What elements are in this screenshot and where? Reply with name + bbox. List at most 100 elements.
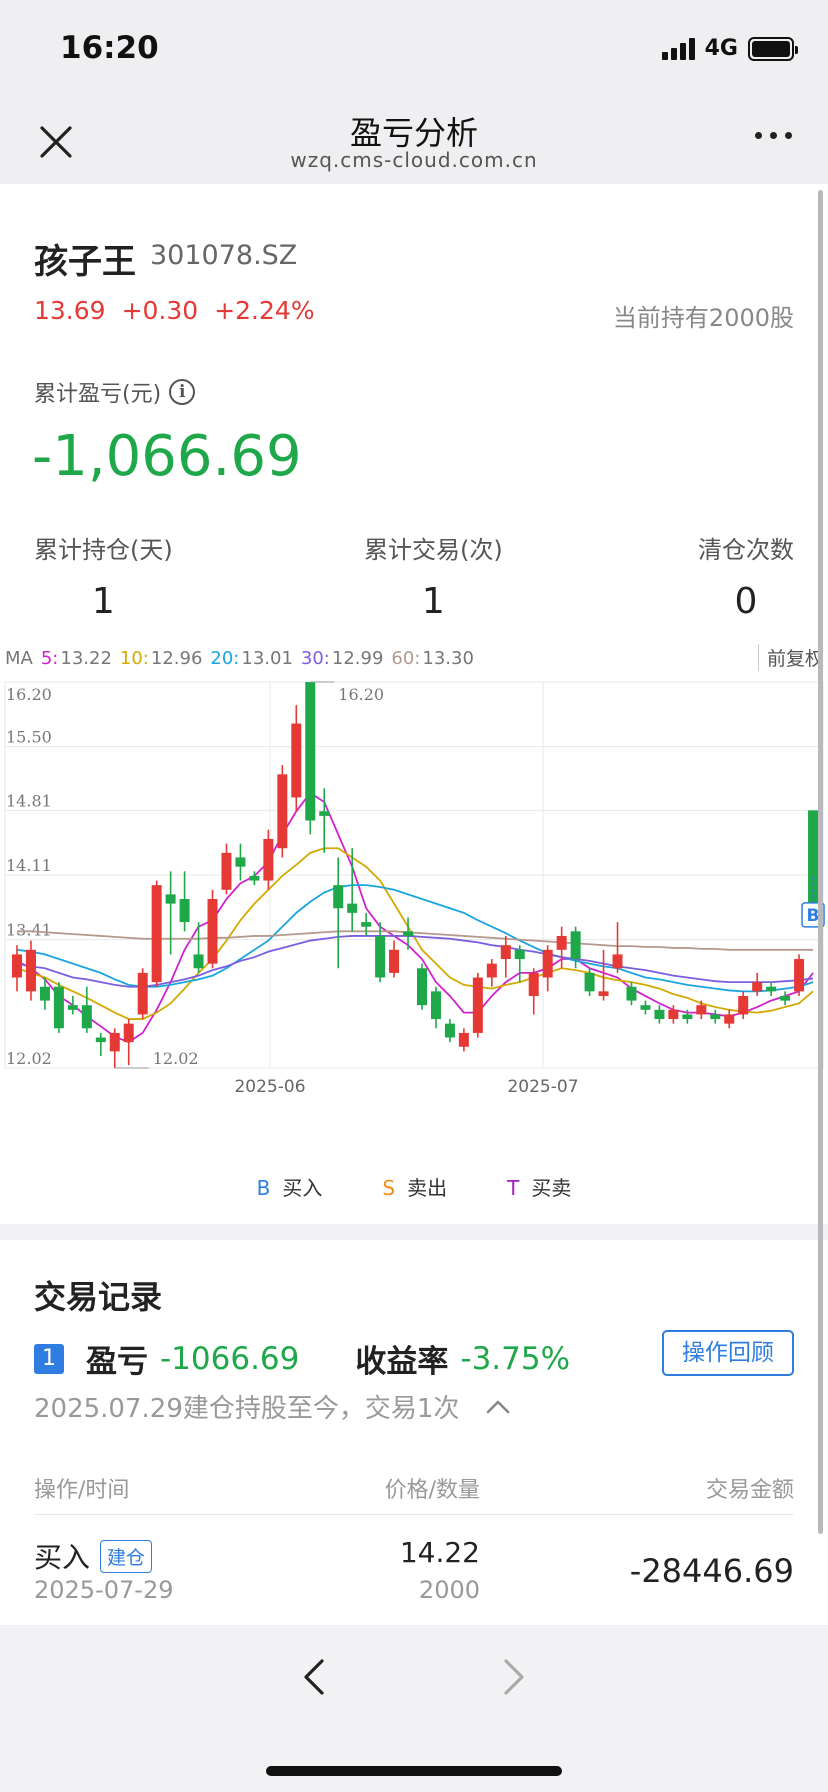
ma-line-30 xyxy=(16,935,814,988)
ma-legend: MA 5: 13.22 10: 12.96 20: 13.01 30: 12.99 60… xyxy=(5,648,474,669)
stat-value: 0 xyxy=(734,581,758,622)
x-tick-label: 2025-06 xyxy=(234,1077,305,1097)
op-date: 2025-07-29 xyxy=(34,1576,174,1604)
signal-icon xyxy=(661,37,695,60)
candle-body xyxy=(500,945,511,960)
back-arrow-icon[interactable] xyxy=(296,1655,332,1699)
candle-body xyxy=(542,949,553,978)
op-price: 14.22 xyxy=(399,1536,480,1569)
candle-body xyxy=(389,949,400,973)
price-line: 13.69 +0.30 +2.24% xyxy=(34,296,315,325)
candle-body xyxy=(221,852,232,890)
candle-body xyxy=(598,991,609,996)
ma-item-10: 10: 12.96 xyxy=(119,648,203,669)
x-tick-label: 2025-07 xyxy=(507,1077,578,1097)
status-indicators: 4G xyxy=(661,36,798,61)
candle-body xyxy=(417,968,427,1006)
stat-holding-days: 累计持仓(天) 1 xyxy=(34,530,173,622)
page-url: wzq.cms-cloud.com.cn xyxy=(290,148,538,172)
candle-body xyxy=(458,1032,469,1047)
review-button[interactable]: 操作回顾 xyxy=(662,1330,794,1376)
ma-line-60 xyxy=(17,930,814,951)
candle-body xyxy=(235,857,246,867)
legend-sell: S 卖出 xyxy=(382,1176,448,1200)
ma-prefix: MA xyxy=(5,648,33,669)
candle-body xyxy=(486,963,497,978)
candle-body xyxy=(165,894,176,904)
adjust-toggle[interactable]: 前复权 xyxy=(757,644,824,671)
candle-body xyxy=(333,885,344,909)
candle-body xyxy=(67,1005,78,1010)
summary-card: 孩子王 301078.SZ 13.69 +0.30 +2.24% 当前持有200… xyxy=(0,184,828,1224)
candle-body xyxy=(710,1014,721,1020)
network-type: 4G xyxy=(704,36,738,61)
stat-value: 1 xyxy=(91,581,115,622)
more-icon[interactable] xyxy=(755,132,792,139)
trade-record-card: 交易记录 1 盈亏 -1066.69 收益率 -3.75% 操作回顾 2025.… xyxy=(0,1240,828,1625)
candle-body xyxy=(612,954,623,969)
candle-body xyxy=(472,977,483,1033)
candle-body xyxy=(291,723,302,798)
pl-label: 盈亏 xyxy=(86,1344,148,1380)
op-amount: -28446.69 xyxy=(629,1552,794,1590)
status-bar: 16:20 4G xyxy=(0,0,828,96)
candle-body xyxy=(640,1005,651,1010)
chevron-up-icon[interactable] xyxy=(485,1394,511,1420)
y-tick-label: 12.02 xyxy=(6,1049,52,1068)
candle-body xyxy=(179,899,190,923)
record-description-row[interactable]: 2025.07.29建仓持股至今，交易1次 xyxy=(34,1388,511,1425)
candle-body xyxy=(249,875,260,881)
candle-body xyxy=(305,682,316,821)
info-icon[interactable]: i xyxy=(169,379,196,405)
candle-body xyxy=(347,903,358,913)
candle-body xyxy=(682,1014,693,1020)
record-rate-value: -3.75% xyxy=(460,1340,571,1377)
pl-label-row: 累计盈亏(元) i xyxy=(34,376,196,408)
col-price-qty: 价格/数量 xyxy=(384,1478,480,1503)
op-label: 买入 xyxy=(34,1541,91,1574)
y-tick-label: 15.50 xyxy=(6,728,52,747)
candle-body xyxy=(766,986,777,992)
record-description: 2025.07.29建仓持股至今，交易1次 xyxy=(34,1394,460,1424)
candle-body xyxy=(794,959,805,992)
candle-body xyxy=(584,972,595,992)
candle-body xyxy=(654,1009,665,1020)
stock-price: 13.69 xyxy=(34,296,106,325)
candle-body xyxy=(53,986,64,1029)
stat-trade-count: 累计交易(次) 1 xyxy=(364,530,503,622)
stat-label: 累计交易(次) xyxy=(364,536,503,564)
candlestick-chart[interactable]: 16.20 15.50 14.81 14.11 13.41 12.02 2025-06 202… xyxy=(0,672,828,1132)
candle-body xyxy=(137,972,148,1015)
record-pl-value: -1066.69 xyxy=(160,1340,300,1377)
y-tick-label: 14.11 xyxy=(6,856,52,875)
candle-body xyxy=(528,972,539,996)
op-type: 买入 建仓 xyxy=(34,1536,153,1576)
candle-body xyxy=(319,811,330,816)
op-tag: 建仓 xyxy=(100,1539,153,1573)
high-label: 16.20 xyxy=(338,685,384,704)
stat-label: 清仓次数 xyxy=(698,536,794,564)
candle-body xyxy=(570,931,581,960)
candle-body xyxy=(696,1005,707,1015)
stock-change-pct: +2.24% xyxy=(214,296,315,325)
candle-body xyxy=(375,935,386,978)
candle-body xyxy=(626,986,637,1001)
candle-body xyxy=(724,1014,735,1024)
nav-bar: 盈亏分析 wzq.cms-cloud.com.cn xyxy=(0,96,828,184)
forward-arrow-icon[interactable] xyxy=(496,1655,532,1699)
ma-item-60: 60: 13.30 xyxy=(391,648,474,669)
browser-bottom-nav xyxy=(0,1625,828,1792)
battery-icon xyxy=(748,36,798,61)
low-label: 12.02 xyxy=(153,1049,199,1068)
stock-change: +0.30 xyxy=(121,296,199,325)
candle-body xyxy=(263,838,274,881)
candle-body xyxy=(430,991,441,1020)
legend-buy: B 买入 xyxy=(256,1176,323,1200)
candle-body xyxy=(444,1023,455,1038)
scrollbar[interactable] xyxy=(818,190,823,1534)
candle-body xyxy=(668,1009,679,1020)
ma-line-10 xyxy=(16,847,814,1020)
candle-body xyxy=(123,1023,134,1043)
candle-body xyxy=(556,935,567,950)
candle-body xyxy=(277,774,288,849)
